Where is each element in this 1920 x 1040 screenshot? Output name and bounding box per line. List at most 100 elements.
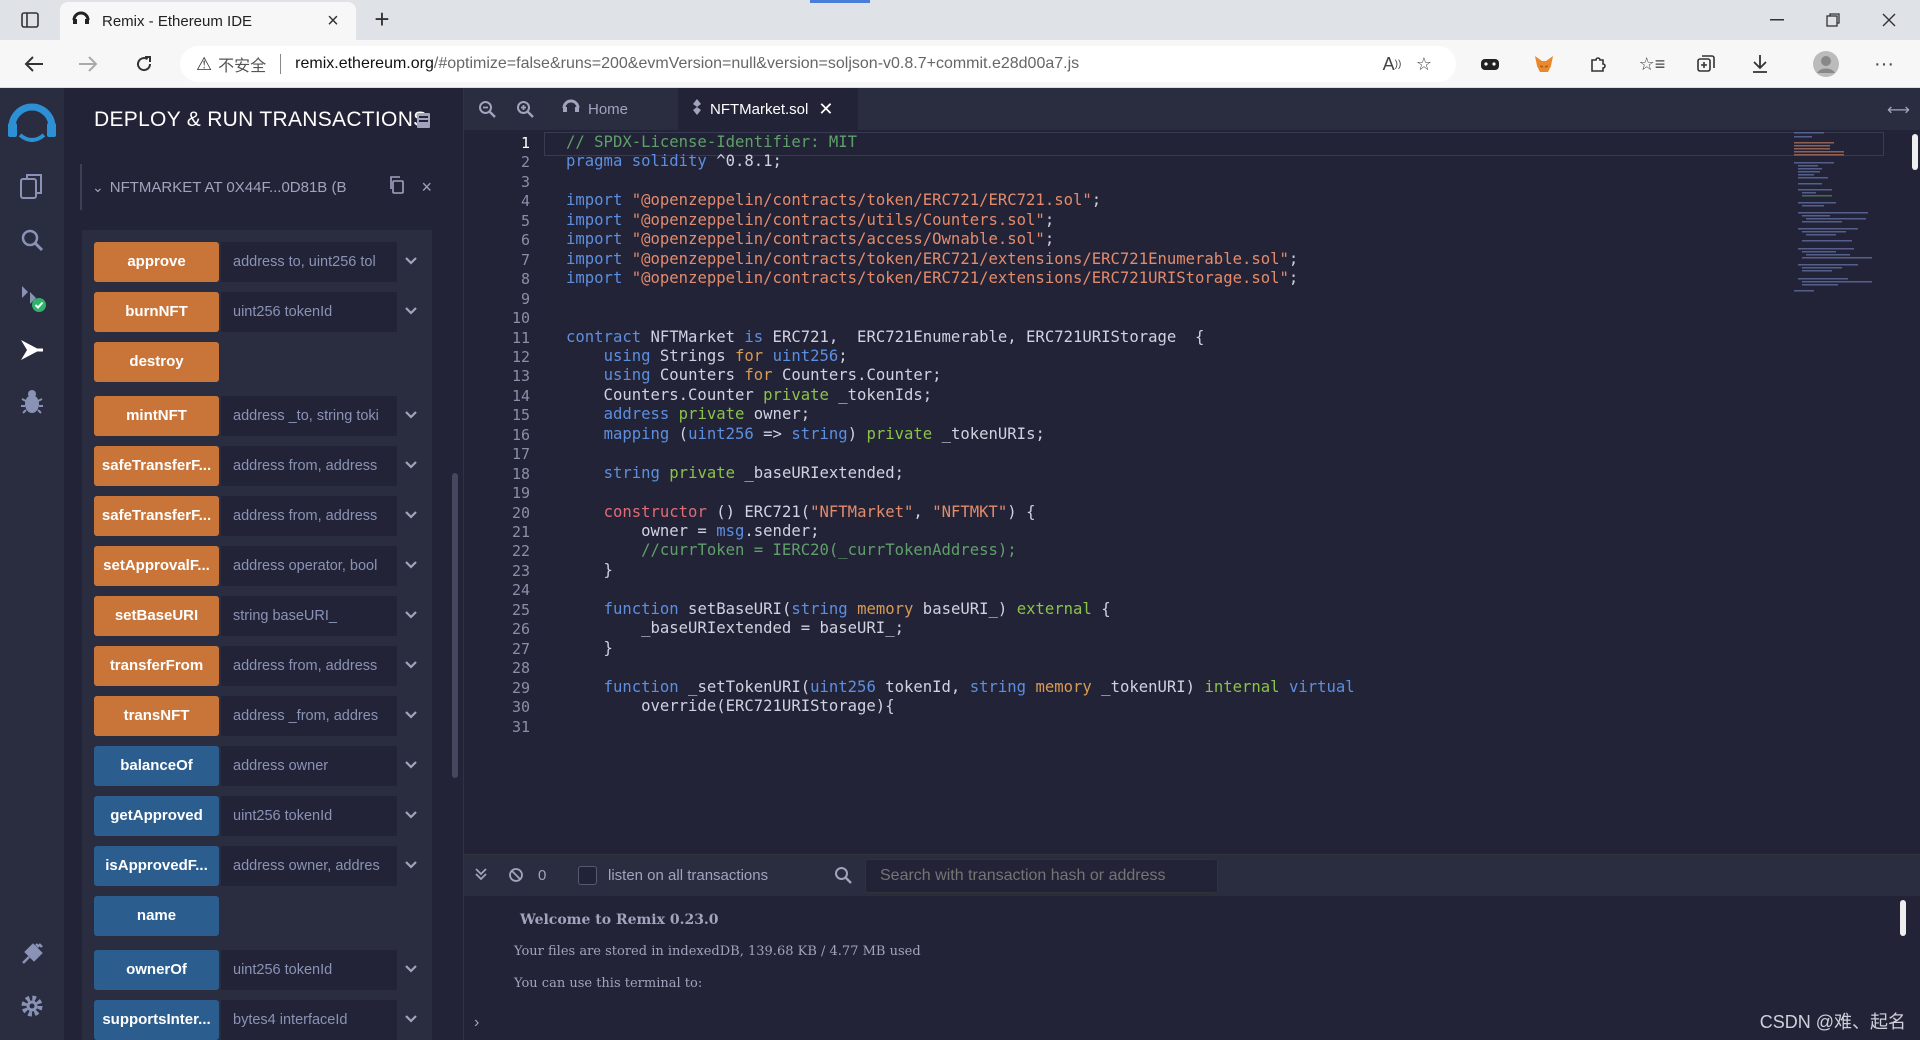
file-explorer-icon[interactable] bbox=[14, 168, 50, 204]
listen-checkbox[interactable] bbox=[578, 866, 597, 885]
chevron-down-icon[interactable]: ⌄ bbox=[92, 179, 104, 196]
code-editor[interactable]: 1 2 3 4 5 6 7 8 9 10 11 12 13 14 15 16 17 18 19 20 21 22 23 24 2… bbox=[464, 130, 1920, 850]
favorites-icon[interactable]: ☆≡ bbox=[1634, 48, 1670, 80]
debugger-icon[interactable] bbox=[14, 384, 50, 420]
chevron-down-icon[interactable] bbox=[402, 708, 420, 724]
editor-scrollbar[interactable] bbox=[1912, 134, 1918, 170]
plugin-manager-icon[interactable] bbox=[14, 936, 50, 972]
function-button[interactable]: transNFT bbox=[94, 696, 219, 736]
chevron-down-icon[interactable] bbox=[402, 304, 420, 320]
browser-tab-active[interactable]: Remix - Ethereum IDE × bbox=[60, 2, 356, 40]
remove-instance-icon[interactable]: × bbox=[421, 177, 432, 198]
add-favorite-icon[interactable]: ☆ bbox=[1408, 48, 1440, 80]
zoom-in-icon[interactable] bbox=[516, 100, 536, 120]
function-args-input[interactable]: address from, address bbox=[221, 446, 397, 486]
chevron-down-icon[interactable] bbox=[402, 254, 420, 270]
code-line[interactable]: string private _baseURIextended; bbox=[566, 461, 904, 485]
editor-minimap[interactable] bbox=[1790, 130, 1900, 320]
zoom-out-icon[interactable] bbox=[478, 100, 498, 120]
function-button[interactable]: isApprovedF... bbox=[94, 846, 219, 886]
close-tab-icon[interactable]: × bbox=[322, 10, 344, 33]
url-bar[interactable]: ⚠ 不安全 remix.ethereum.org/#optimize=false… bbox=[180, 46, 1456, 82]
function-args-input[interactable]: uint256 tokenId bbox=[221, 796, 397, 836]
clear-console-icon[interactable] bbox=[508, 867, 524, 887]
function-button[interactable]: destroy bbox=[94, 342, 219, 382]
extensions-puzzle-icon[interactable] bbox=[1580, 48, 1616, 80]
function-button[interactable]: burnNFT bbox=[94, 292, 219, 332]
code-line[interactable]: mapping (uint256 => string) private _tok… bbox=[566, 422, 1045, 446]
function-button[interactable]: setApprovalF... bbox=[94, 546, 219, 586]
function-button[interactable]: safeTransferF... bbox=[94, 496, 219, 536]
function-args-input[interactable]: address from, address bbox=[221, 496, 397, 536]
function-button[interactable]: mintNFT bbox=[94, 396, 219, 436]
settings-gear-icon[interactable] bbox=[14, 988, 50, 1024]
function-button[interactable]: ownerOf bbox=[94, 950, 219, 990]
code-line[interactable]: } bbox=[566, 636, 613, 660]
chevron-down-icon[interactable] bbox=[402, 1012, 420, 1028]
tab-actions-icon[interactable] bbox=[18, 8, 42, 32]
minimize-window-button[interactable] bbox=[1750, 0, 1804, 40]
deployed-instance-header[interactable]: ⌄ NFTMARKET AT 0X44F...0D81B (B × bbox=[80, 164, 432, 210]
warning-icon[interactable]: ⚠ bbox=[196, 54, 212, 75]
function-args-input[interactable]: address _from, addres bbox=[221, 696, 397, 736]
metamask-fox-icon[interactable] bbox=[1526, 48, 1562, 80]
more-options-icon[interactable]: ··· bbox=[1866, 48, 1902, 80]
close-window-button[interactable] bbox=[1862, 0, 1916, 40]
chevron-down-icon[interactable] bbox=[402, 508, 420, 524]
close-file-tab-icon[interactable]: ✕ bbox=[818, 99, 833, 120]
function-button[interactable]: setBaseURI bbox=[94, 596, 219, 636]
restore-window-button[interactable] bbox=[1806, 0, 1860, 40]
side-panel-scrollbar[interactable] bbox=[452, 473, 458, 778]
chevron-down-icon[interactable] bbox=[402, 558, 420, 574]
chevron-down-icon[interactable] bbox=[402, 608, 420, 624]
code-line[interactable]: pragma solidity ^0.8.1; bbox=[566, 149, 782, 173]
function-args-input[interactable]: address _to, string toki bbox=[221, 396, 397, 436]
forward-button[interactable] bbox=[72, 48, 104, 80]
search-icon[interactable] bbox=[14, 222, 50, 258]
function-button[interactable]: approve bbox=[94, 242, 219, 282]
transaction-search-input[interactable] bbox=[865, 859, 1218, 893]
function-args-input[interactable]: string baseURI_ bbox=[221, 596, 397, 636]
terminal-prompt-icon[interactable]: › bbox=[474, 1014, 479, 1032]
chevron-down-icon[interactable] bbox=[402, 658, 420, 674]
function-args-input[interactable]: address owner, addres bbox=[221, 846, 397, 886]
remix-logo-icon[interactable] bbox=[6, 96, 58, 148]
function-args-input[interactable]: address operator, bool bbox=[221, 546, 397, 586]
extension-game-icon[interactable] bbox=[1472, 48, 1508, 80]
function-args-input[interactable]: address from, address bbox=[221, 646, 397, 686]
chevron-down-icon[interactable] bbox=[402, 758, 420, 774]
collections-icon[interactable] bbox=[1688, 48, 1724, 80]
code-line[interactable]: } bbox=[566, 558, 613, 582]
refresh-button[interactable] bbox=[128, 48, 160, 80]
downloads-icon[interactable] bbox=[1742, 48, 1778, 80]
function-button[interactable]: transferFrom bbox=[94, 646, 219, 686]
code-line[interactable]: _baseURIextended = baseURI_; bbox=[566, 616, 904, 640]
function-args-input[interactable]: address owner bbox=[221, 746, 397, 786]
chevron-down-icon[interactable] bbox=[402, 808, 420, 824]
function-button[interactable]: balanceOf bbox=[94, 746, 219, 786]
function-button[interactable]: name bbox=[94, 896, 219, 936]
function-args-input[interactable]: uint256 tokenId bbox=[221, 950, 397, 990]
deploy-run-icon[interactable] bbox=[14, 332, 50, 368]
expand-panel-icon[interactable]: ⟷ bbox=[1887, 100, 1910, 120]
function-button[interactable]: safeTransferF... bbox=[94, 446, 219, 486]
function-args-input[interactable]: bytes4 interfaceId bbox=[221, 1000, 397, 1040]
function-args-input[interactable]: uint256 tokenId bbox=[221, 292, 397, 332]
new-tab-button[interactable]: + bbox=[368, 6, 396, 34]
tab-nftmarket-sol[interactable]: NFTMarket.sol ✕ bbox=[678, 88, 858, 130]
back-button[interactable] bbox=[18, 48, 50, 80]
terminal-scrollbar[interactable] bbox=[1900, 900, 1906, 936]
tab-home[interactable]: Home bbox=[548, 88, 678, 130]
copy-address-icon[interactable] bbox=[389, 175, 405, 199]
chevron-down-icon[interactable] bbox=[402, 458, 420, 474]
code-line[interactable]: import "@openzeppelin/contracts/token/ER… bbox=[566, 266, 1298, 290]
chevron-down-icon[interactable] bbox=[402, 858, 420, 874]
url-text[interactable]: remix.ethereum.org/#optimize=false&runs=… bbox=[295, 55, 1376, 73]
documentation-icon[interactable] bbox=[416, 112, 432, 130]
chevron-down-icon[interactable] bbox=[402, 408, 420, 424]
code-line[interactable]: override(ERC721URIStorage){ bbox=[566, 694, 895, 718]
read-aloud-icon[interactable]: A)) bbox=[1376, 48, 1408, 80]
collapse-terminal-icon[interactable] bbox=[474, 867, 488, 885]
security-label[interactable]: 不安全 bbox=[218, 52, 266, 76]
profile-avatar[interactable] bbox=[1808, 48, 1844, 80]
